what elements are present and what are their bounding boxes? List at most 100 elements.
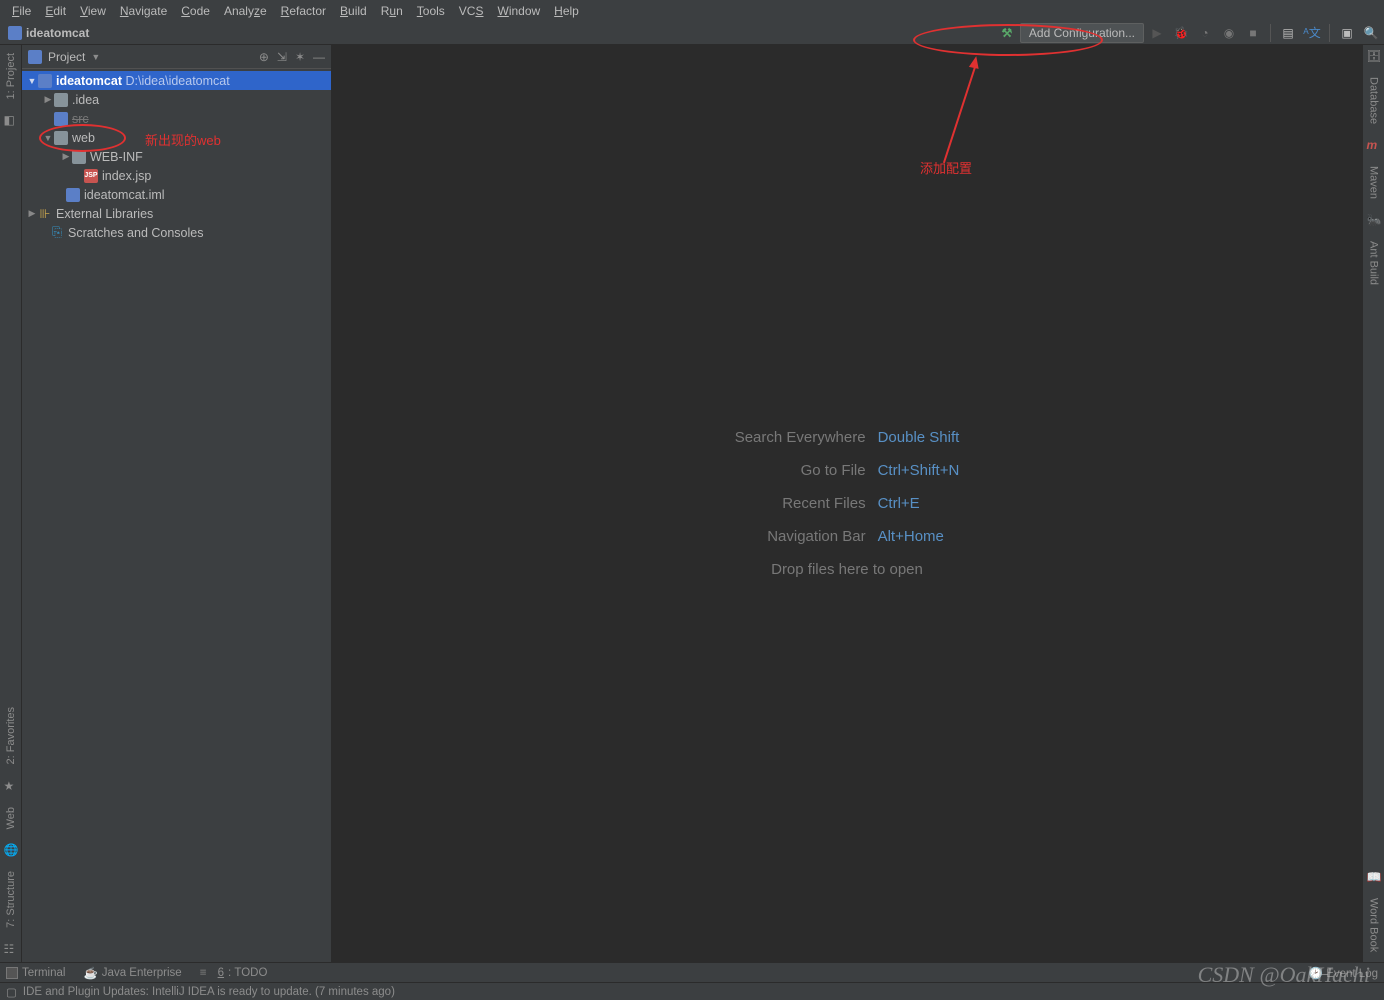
separator xyxy=(1329,24,1330,42)
build-icon[interactable]: ⚒ xyxy=(996,22,1018,44)
status-message: IDE and Plugin Updates: IntelliJ IDEA is… xyxy=(23,986,395,998)
locate-icon[interactable]: ⊕ xyxy=(259,50,269,64)
debug-icon[interactable]: 🐞 xyxy=(1170,22,1192,44)
tree-root[interactable]: ▼ ideatomcat D:\idea\ideatomcat xyxy=(22,71,331,90)
library-icon: ⊪ xyxy=(38,207,52,221)
stop-icon[interactable]: ■ xyxy=(1242,22,1264,44)
iml-icon xyxy=(66,188,80,202)
tree-webinf-folder[interactable]: ▶ WEB-INF xyxy=(22,147,331,166)
menu-run[interactable]: Run xyxy=(375,2,409,20)
right-tab-maven[interactable]: Maven xyxy=(1368,162,1380,203)
bookmark-icon[interactable]: ◧ xyxy=(4,113,18,127)
left-tab-web[interactable]: Web xyxy=(5,803,17,833)
folder-icon xyxy=(72,150,86,164)
menu-window[interactable]: Window xyxy=(491,2,546,20)
hint-gotofile-label: Go to File xyxy=(735,462,866,479)
menu-build[interactable]: Build xyxy=(334,2,373,20)
ide-settings-icon[interactable]: ▣ xyxy=(1336,22,1358,44)
hint-recent-key: Ctrl+E xyxy=(878,495,960,512)
menu-view[interactable]: View xyxy=(74,2,112,20)
gear-icon[interactable]: ✶ xyxy=(295,50,305,64)
navigation-bar: ideatomcat ⚒ Add Configuration... ▶ 🐞 ◔ … xyxy=(0,21,1384,45)
project-tree[interactable]: ▼ ideatomcat D:\idea\ideatomcat ▶ .idea … xyxy=(22,69,331,244)
project-tool-window: Project ▼ ⊕ ⇲ ✶ — ▼ ideatomcat D:\idea\i… xyxy=(22,45,332,962)
hint-search-label: Search Everywhere xyxy=(735,429,866,446)
hint-search-key: Double Shift xyxy=(878,429,960,446)
folder-icon xyxy=(54,112,68,126)
menu-refactor[interactable]: Refactor xyxy=(275,2,332,20)
list-icon xyxy=(200,967,207,979)
right-tab-wordbook[interactable]: Word Book xyxy=(1368,894,1380,956)
left-tab-structure[interactable]: 7: Structure xyxy=(5,867,17,932)
menu-tools[interactable]: Tools xyxy=(411,2,451,20)
tree-label: index.jsp xyxy=(102,169,151,183)
right-tab-database[interactable]: Database xyxy=(1368,73,1380,128)
terminal-icon xyxy=(6,967,18,979)
right-tool-strip: 🗄 Database m Maven 🐜 Ant Build 📖 Word Bo… xyxy=(1362,45,1384,962)
database-icon: 🗄 xyxy=(1367,49,1381,63)
run-icon[interactable]: ▶ xyxy=(1146,22,1168,44)
bottom-eventlog[interactable]: 🕑 Event Log xyxy=(1309,966,1378,980)
tree-root-name: ideatomcat xyxy=(56,74,122,88)
tree-idea-folder[interactable]: ▶ .idea xyxy=(22,90,331,109)
editor-empty-state: Search Everywhere Double Shift Go to Fil… xyxy=(332,45,1362,962)
left-tool-strip: 1: Project ◧ 2: Favorites ★ Web 🌐 7: Str… xyxy=(0,45,22,962)
separator xyxy=(1270,24,1271,42)
tree-root-path: D:\idea\ideatomcat xyxy=(125,74,229,88)
tree-label: Scratches and Consoles xyxy=(68,226,204,240)
java-icon: ☕ xyxy=(83,966,97,980)
chevron-down-icon[interactable]: ▼ xyxy=(91,52,100,62)
star-icon: ★ xyxy=(4,779,18,793)
ant-icon: 🐜 xyxy=(1367,213,1381,227)
status-bar: ▢ IDE and Plugin Updates: IntelliJ IDEA … xyxy=(0,982,1384,1000)
coverage-icon[interactable]: ◔ xyxy=(1194,22,1216,44)
tree-web-folder[interactable]: ▼ web xyxy=(22,128,331,147)
right-tab-ant[interactable]: Ant Build xyxy=(1368,237,1380,289)
bottom-label: Terminal xyxy=(22,967,65,979)
menu-help[interactable]: Help xyxy=(548,2,585,20)
menu-navigate[interactable]: Navigate xyxy=(114,2,173,20)
status-window-icon[interactable]: ▢ xyxy=(6,985,17,999)
project-view-title[interactable]: Project xyxy=(48,50,85,64)
tree-external-libs[interactable]: ▶⊪ External Libraries xyxy=(22,204,331,223)
hint-drop: Drop files here to open xyxy=(735,561,960,578)
bottom-todo[interactable]: 6: TODO xyxy=(200,967,268,979)
search-everywhere-icon[interactable]: 🔍 xyxy=(1360,22,1382,44)
tree-label: src xyxy=(72,112,89,126)
scratch-icon: ⎘ xyxy=(50,226,64,240)
left-tab-favorites[interactable]: 2: Favorites xyxy=(5,703,17,768)
tree-scratches[interactable]: ⎘ Scratches and Consoles xyxy=(22,223,331,242)
menu-edit[interactable]: Edit xyxy=(39,2,72,20)
profiler-icon[interactable]: ◉ xyxy=(1218,22,1240,44)
menu-analyze[interactable]: Analyze xyxy=(218,2,273,20)
jsp-icon: JSP xyxy=(84,169,98,183)
bottom-label: Java Enterprise xyxy=(102,967,182,979)
add-configuration-button[interactable]: Add Configuration... xyxy=(1020,23,1144,43)
structure-icon: ☷ xyxy=(4,942,18,956)
tree-iml[interactable]: ideatomcat.iml xyxy=(22,185,331,204)
hint-navbar-key: Alt+Home xyxy=(878,528,960,545)
tree-label: WEB-INF xyxy=(90,150,143,164)
menu-code[interactable]: Code xyxy=(175,2,216,20)
hint-gotofile-key: Ctrl+Shift+N xyxy=(878,462,960,479)
menu-vcs[interactable]: VCS xyxy=(453,2,490,20)
left-tab-project[interactable]: 1: Project xyxy=(5,49,17,103)
project-view-icon xyxy=(28,50,42,64)
tree-label: ideatomcat.iml xyxy=(84,188,165,202)
menu-file[interactable]: File xyxy=(6,2,37,20)
hint-recent-label: Recent Files xyxy=(735,495,866,512)
hint-navbar-label: Navigation Bar xyxy=(735,528,866,545)
module-icon xyxy=(38,74,52,88)
bottom-terminal[interactable]: Terminal xyxy=(6,967,65,979)
tree-src-folder[interactable]: src xyxy=(22,109,331,128)
wordbook-icon: 📖 xyxy=(1367,870,1381,884)
translate-icon[interactable]: ᴬ文 xyxy=(1301,22,1323,44)
breadcrumb-project[interactable]: ideatomcat xyxy=(26,26,89,40)
hide-icon[interactable]: — xyxy=(313,50,325,64)
menu-bar: File Edit View Navigate Code Analyze Ref… xyxy=(0,0,1384,21)
bottom-java-enterprise[interactable]: ☕ Java Enterprise xyxy=(83,966,181,980)
project-structure-icon[interactable]: ▤ xyxy=(1277,22,1299,44)
tree-indexjsp[interactable]: JSP index.jsp xyxy=(22,166,331,185)
tree-label: .idea xyxy=(72,93,99,107)
expand-all-icon[interactable]: ⇲ xyxy=(277,50,287,64)
